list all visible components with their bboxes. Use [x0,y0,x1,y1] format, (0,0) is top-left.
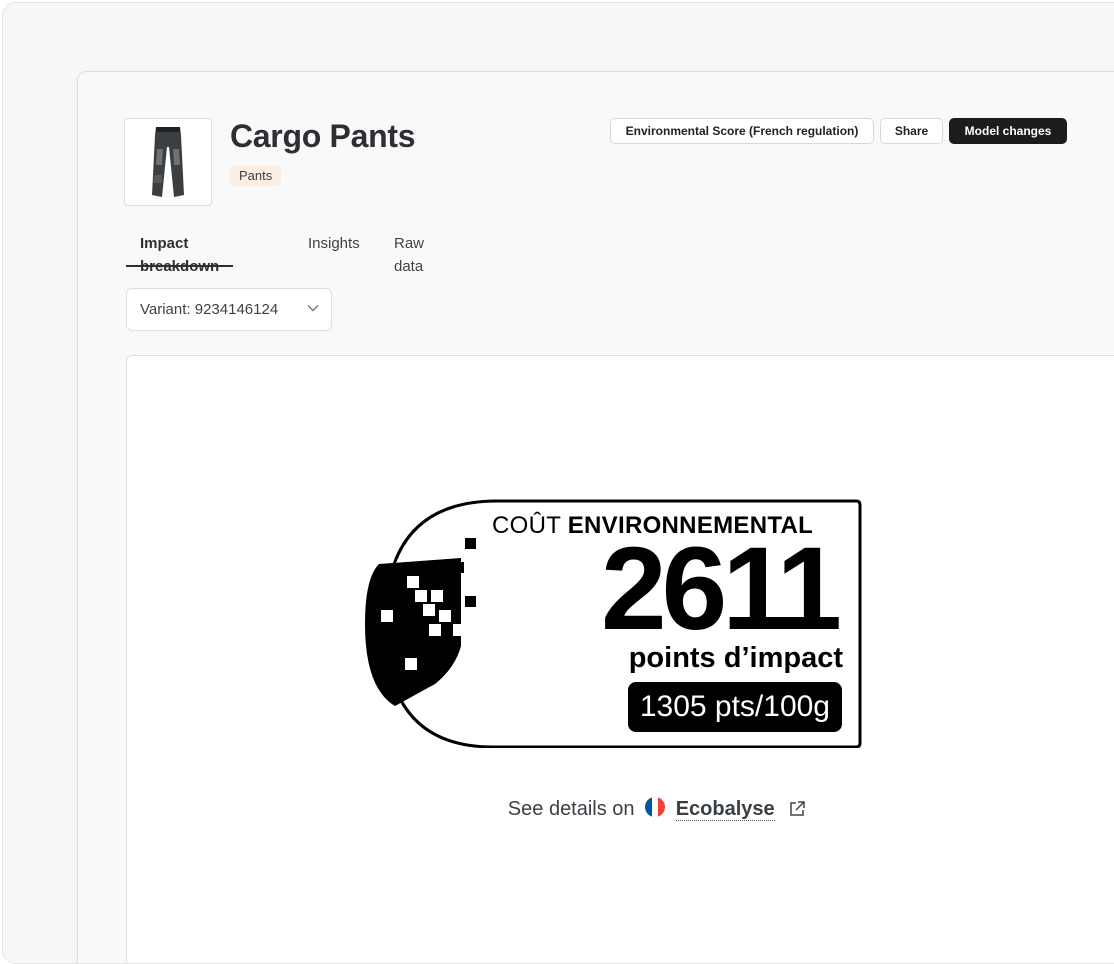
ecobalyse-link[interactable]: Ecobalyse [675,798,775,821]
product-thumbnail [124,118,212,206]
app-background: Cargo Pants Pants Environmental Score (F… [2,2,1114,964]
environmental-cost-label: COÛT ENVIRONNEMENTAL 2611 points d’impac… [365,498,863,748]
impact-score: 2611 [601,523,842,655]
variant-select[interactable]: Variant: 9234146124 [126,288,332,331]
environmental-score-button[interactable]: Environmental Score (French regulation) [610,118,874,144]
category-badge: Pants [230,165,282,186]
product-title: Cargo Pants [230,118,416,154]
variant-select-value: Variant: 9234146124 [140,301,279,318]
impact-unit: points d’impact [628,642,843,674]
tab-impact-breakdown[interactable]: Impact breakdown [126,232,234,275]
tab-raw-data[interactable]: Raw data [394,232,424,275]
french-flag-icon [645,797,666,817]
product-window: Cargo Pants Pants Environmental Score (F… [77,71,1114,963]
pants-icon [152,127,184,197]
details-line: See details on Ecobalyse [127,796,1114,821]
points-per-100g-badge: 1305 pts/100g [627,682,842,732]
impact-panel: COÛT ENVIRONNEMENTAL 2611 points d’impac… [126,355,1114,963]
label-title-light: COÛT [492,512,561,539]
chevron-down-icon [307,305,319,312]
external-link-icon[interactable] [788,800,806,818]
details-prefix: See details on [507,798,635,820]
model-changes-button[interactable]: Model changes [949,118,1067,144]
share-button[interactable]: Share [880,118,943,144]
tab-insights[interactable]: Insights [308,232,360,265]
